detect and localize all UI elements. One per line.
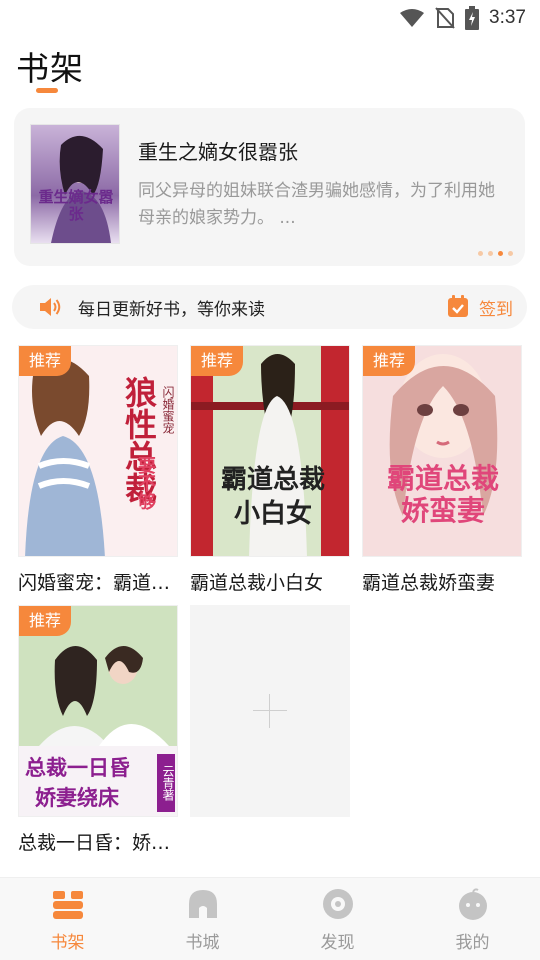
- recommend-badge: 推荐: [363, 346, 415, 376]
- nav-label: 书城: [185, 933, 220, 953]
- nav-label: 发现: [320, 933, 355, 953]
- recommend-badge: 推荐: [19, 606, 71, 636]
- book-cover-subtitle: 小白女: [233, 499, 312, 529]
- status-icons: 3:37: [399, 6, 526, 30]
- status-bar: 3:37: [0, 0, 540, 36]
- announcement-bar[interactable]: 每日更新好书，等你来读 签到: [12, 285, 527, 329]
- book-item[interactable]: 推荐 霸道总裁 娇蛮妻 霸道总裁娇蛮妻: [362, 345, 522, 595]
- book-cover[interactable]: 推荐 霸道总裁 娇蛮妻: [362, 345, 522, 557]
- bottom-nav: 书架 书城 发现 我的: [0, 877, 540, 960]
- plus-icon: [253, 710, 287, 711]
- plus-icon-vertical: [269, 694, 270, 728]
- book-title[interactable]: 霸道总裁娇蛮妻: [362, 568, 522, 595]
- book-cover-title: 总裁一日昏: [25, 755, 130, 780]
- carousel-dot-active: [498, 251, 503, 256]
- book-cover[interactable]: 推荐 狼性总裁 要不够 闪婚蜜宠: [18, 345, 178, 557]
- add-book-button[interactable]: [190, 605, 350, 817]
- book-title[interactable]: 闪婚蜜宠：霸道总裁: [18, 568, 178, 595]
- nav-tab-bookstore[interactable]: 书城: [135, 878, 270, 960]
- featured-book-title[interactable]: 重生之嫡女很嚣张: [138, 136, 298, 165]
- carousel-dot: [488, 251, 493, 256]
- book-cover-title: 霸道总裁: [220, 465, 325, 495]
- book-cover-title: 霸道总裁: [386, 462, 499, 495]
- featured-book-card[interactable]: 重生嫡女嚣张 重生之嫡女很嚣张 同父异母的姐妹联合渣男骗她感情，为了利用她母亲的…: [14, 108, 525, 266]
- nav-label: 书架: [50, 933, 85, 953]
- status-time: 3:37: [489, 7, 526, 28]
- battery-icon: [465, 6, 480, 30]
- book-cover-subtitle: 娇蛮妻: [400, 494, 485, 527]
- book-item[interactable]: 推荐 霸道总裁 小白女 霸道总裁小白女: [190, 345, 350, 595]
- wifi-icon: [400, 9, 425, 27]
- nav-tab-profile[interactable]: 我的: [405, 878, 540, 960]
- profile-icon: [458, 888, 487, 920]
- speaker-icon: [40, 298, 61, 316]
- title-underline: [36, 88, 58, 93]
- book-cover-author: 云青著: [157, 754, 175, 812]
- discover-icon: [322, 889, 353, 919]
- carousel-dot: [508, 251, 513, 256]
- featured-book-cover[interactable]: 重生嫡女嚣张: [30, 124, 120, 244]
- book-title[interactable]: 霸道总裁小白女: [190, 568, 350, 595]
- checkin-button[interactable]: 签到: [479, 295, 513, 320]
- book-cover-subtitle: 娇妻绕床: [35, 785, 119, 810]
- calendar-check-icon[interactable]: [447, 294, 469, 318]
- bookshelf-icon: [52, 891, 83, 919]
- featured-book-description: 同父异母的姐妹联合渣男骗她感情，为了利用她母亲的娘家势力。 ...: [138, 181, 495, 228]
- bookstore-icon: [188, 890, 217, 918]
- carousel-dot: [478, 251, 483, 256]
- recommend-badge: 推荐: [191, 346, 243, 376]
- announcement-text: 每日更新好书，等你来读: [78, 300, 265, 320]
- book-cover-subtitle: 要不够: [135, 456, 156, 510]
- nav-tab-bookshelf[interactable]: 书架: [0, 878, 135, 960]
- carousel-dots: [478, 251, 513, 256]
- book-cover[interactable]: 推荐 霸道总裁 小白女: [190, 345, 350, 557]
- no-sim-icon: [435, 7, 455, 29]
- recommend-badge: 推荐: [19, 346, 71, 376]
- book-cover[interactable]: 推荐 总裁一日昏 娇妻绕床 云青著: [18, 605, 178, 817]
- nav-label: 我的: [455, 933, 490, 953]
- book-cover-series: 闪婚蜜宠: [161, 386, 175, 434]
- page-title: 书架: [16, 49, 84, 88]
- book-title[interactable]: 总裁一日昏：娇妻绕床: [18, 828, 178, 855]
- book-item[interactable]: 推荐 总裁一日昏 娇妻绕床 云青著 总裁一日昏：娇妻绕床: [18, 605, 178, 855]
- featured-cover-text: 重生嫡女嚣张: [38, 188, 114, 223]
- nav-tab-discover[interactable]: 发现: [270, 878, 405, 960]
- book-item[interactable]: 推荐 狼性总裁 要不够 闪婚蜜宠 闪婚蜜宠：霸道总裁: [18, 345, 178, 595]
